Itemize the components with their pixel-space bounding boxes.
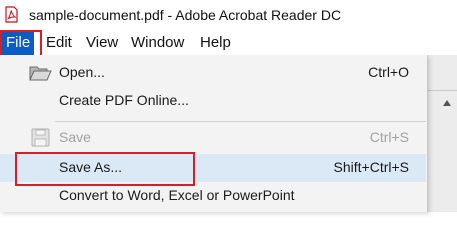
menu-item-label: Save (59, 129, 91, 145)
menu-help[interactable]: Help (196, 31, 235, 55)
menu-file[interactable]: File (2, 31, 35, 55)
menu-view[interactable]: View (82, 31, 122, 55)
menu-item-open[interactable]: Open... Ctrl+O (0, 59, 426, 87)
toolbar-divider (428, 90, 457, 91)
menu-item-label: Open... (59, 64, 105, 80)
menu-item-shortcut: Shift+Ctrl+S (333, 159, 409, 175)
menu-item-save[interactable]: Save Ctrl+S (0, 124, 426, 152)
menu-item-shortcut: Ctrl+S (369, 129, 409, 145)
acrobat-pdf-icon (5, 6, 18, 23)
save-disk-icon (28, 128, 52, 148)
menu-item-convert[interactable]: Convert to Word, Excel or PowerPoint (0, 182, 426, 210)
app-background (428, 55, 457, 212)
menu-item-create-pdf-online[interactable]: Create PDF Online... (0, 87, 426, 115)
menu-item-shortcut: Ctrl+O (368, 64, 409, 80)
menu-item-label: Convert to Word, Excel or PowerPoint (59, 187, 295, 203)
menu-bar: File Edit View Window Help (0, 31, 457, 55)
window-title: sample-document.pdf - Adobe Acrobat Read… (29, 7, 342, 23)
title-bar: sample-document.pdf - Adobe Acrobat Read… (0, 0, 457, 31)
folder-open-icon (28, 63, 52, 83)
menu-window[interactable]: Window (127, 31, 188, 55)
menu-item-label: Create PDF Online... (59, 92, 189, 108)
collapse-arrow-icon[interactable] (443, 100, 451, 106)
menu-separator (55, 121, 426, 122)
menu-item-label: Save As... (59, 159, 123, 175)
file-dropdown-menu: Open... Ctrl+O Create PDF Online... Save… (0, 55, 428, 212)
menu-item-save-as[interactable]: Save As... Shift+Ctrl+S (0, 154, 426, 182)
menu-edit[interactable]: Edit (42, 31, 76, 55)
